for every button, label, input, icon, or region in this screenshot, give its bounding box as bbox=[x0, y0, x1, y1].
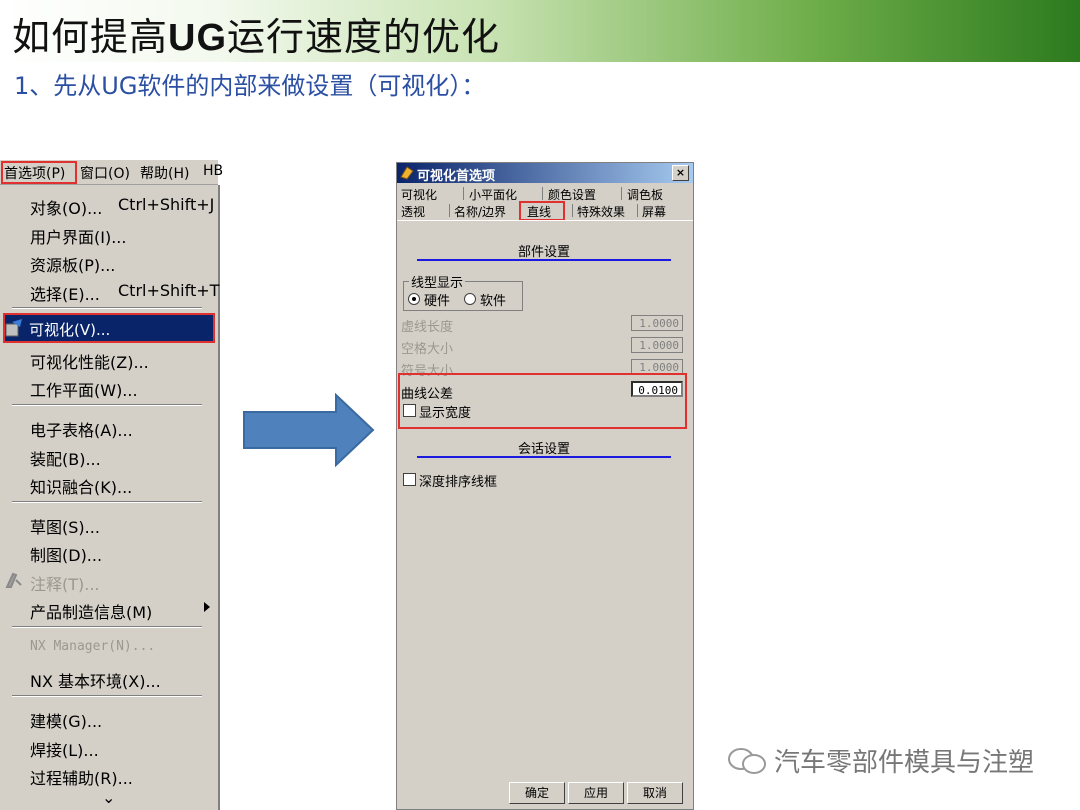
menu-item-resource-bar[interactable]: 资源板(P)... bbox=[30, 252, 115, 276]
menu-item-annotation: 注释(T)... bbox=[30, 575, 100, 594]
tab-divider bbox=[463, 187, 464, 200]
tab-palette[interactable]: 调色板 bbox=[627, 186, 663, 203]
dialog-titlebar: 可视化首选项 × bbox=[397, 163, 693, 184]
radio-hardware[interactable] bbox=[408, 293, 420, 305]
depth-sort-checkbox[interactable] bbox=[403, 473, 416, 486]
tab-names-borders[interactable]: 名称/边界 bbox=[454, 203, 506, 220]
menu-item-sketch[interactable]: 草图(S)... bbox=[30, 514, 100, 538]
menu-separator bbox=[12, 695, 202, 697]
visualization-icon bbox=[5, 319, 22, 337]
menu-item-object[interactable]: 对象(O)... Ctrl+Shift+J bbox=[30, 195, 214, 219]
menu-help[interactable]: 帮助(H) bbox=[140, 163, 189, 183]
menu-separator bbox=[12, 626, 202, 628]
watermark: 汽车零部件模具与注塑 bbox=[774, 748, 1035, 778]
slide-title: 如何提高UG运行速度的优化 bbox=[12, 15, 501, 59]
menu-hb[interactable]: HB bbox=[203, 163, 223, 179]
menu-expand-icon[interactable]: ⌄ bbox=[102, 788, 115, 807]
tab-divider bbox=[621, 187, 622, 200]
ok-button[interactable]: 确定 bbox=[509, 782, 565, 804]
depth-sort-label: 深度排序线框 bbox=[419, 475, 498, 490]
tab-perspective[interactable]: 透视 bbox=[401, 203, 425, 220]
radio-software-label: 软件 bbox=[480, 294, 507, 309]
menu-item-process-assist[interactable]: 过程辅助(R)... bbox=[30, 765, 133, 789]
show-width-checkbox[interactable] bbox=[403, 404, 416, 417]
menu-item-assembly[interactable]: 装配(B)... bbox=[30, 446, 101, 470]
space-size-label: 空格大小 bbox=[401, 342, 454, 357]
tab-faceting[interactable]: 小平面化 bbox=[469, 186, 517, 203]
tab-divider bbox=[572, 204, 573, 217]
section-session-settings: 会话设置 bbox=[518, 442, 571, 457]
curve-tolerance-field[interactable]: 0.0100 bbox=[631, 381, 683, 397]
dash-length-label: 虚线长度 bbox=[401, 320, 454, 335]
radio-software[interactable] bbox=[464, 293, 476, 305]
menu-item-spreadsheet[interactable]: 电子表格(A)... bbox=[30, 417, 133, 441]
menu-item-knowledge-fusion[interactable]: 知识融合(K)... bbox=[30, 474, 132, 498]
menu-item-visualization[interactable]: 可视化(V)... bbox=[29, 319, 110, 340]
slide-subtitle: 1、先从UG软件的内部来做设置（可视化）： bbox=[14, 72, 486, 100]
menu-window[interactable]: 窗口(O) bbox=[80, 163, 130, 183]
tab-special-effects[interactable]: 特殊效果 bbox=[577, 203, 625, 220]
menu-item-user-interface[interactable]: 用户界面(I)... bbox=[30, 224, 126, 248]
dialog-app-icon bbox=[400, 166, 414, 180]
menu-separator bbox=[12, 501, 202, 503]
section-divider bbox=[417, 259, 671, 261]
menu-item-nx-basic-environment[interactable]: NX 基本环境(X)... bbox=[30, 668, 161, 692]
menu-item-work-plane[interactable]: 工作平面(W)... bbox=[30, 377, 138, 401]
close-button[interactable]: × bbox=[672, 165, 689, 181]
menu-item-nx-manager: NX Manager(N)... bbox=[30, 639, 156, 654]
space-size-field: 1.0000 bbox=[631, 337, 683, 353]
tab-divider bbox=[542, 187, 543, 200]
tab-divider bbox=[449, 204, 450, 217]
visualization-preferences-dialog: 可视化首选项 × 可视化 小平面化 颜色设置 调色板 透视 名称/边界 直线 特… bbox=[396, 162, 694, 810]
cancel-button[interactable]: 取消 bbox=[627, 782, 683, 804]
menu-separator bbox=[12, 404, 202, 406]
show-width-label: 显示宽度 bbox=[419, 406, 472, 421]
dialog-title: 可视化首选项 bbox=[417, 169, 496, 184]
menu-separator bbox=[12, 307, 202, 309]
wechat-icon bbox=[728, 748, 766, 774]
menu-item-modeling[interactable]: 建模(G)... bbox=[30, 708, 102, 732]
radio-hardware-label: 硬件 bbox=[424, 294, 451, 309]
section-part-settings: 部件设置 bbox=[518, 245, 571, 260]
menu-item-drafting[interactable]: 制图(D)... bbox=[30, 542, 102, 566]
right-arrow-icon bbox=[243, 393, 375, 467]
apply-button[interactable]: 应用 bbox=[568, 782, 624, 804]
curve-tolerance-label: 曲线公差 bbox=[401, 387, 454, 402]
menu-item-welding[interactable]: 焊接(L)... bbox=[30, 737, 99, 761]
tab-screen[interactable]: 屏幕 bbox=[642, 203, 666, 220]
linetype-group-label: 线型显示 bbox=[409, 272, 466, 291]
tab-divider bbox=[637, 204, 638, 217]
annotation-icon bbox=[5, 572, 22, 588]
preferences-highlight-box bbox=[1, 161, 77, 184]
line-tab-highlight-box bbox=[519, 201, 565, 221]
menu-item-pmi[interactable]: 产品制造信息(M) bbox=[30, 599, 152, 623]
section-divider bbox=[417, 456, 671, 458]
menu-item-selection[interactable]: 选择(E)... Ctrl+Shift+T bbox=[30, 281, 219, 305]
dash-length-field: 1.0000 bbox=[631, 315, 683, 331]
menu-item-visualization-performance[interactable]: 可视化性能(Z)... bbox=[30, 349, 149, 373]
submenu-arrow-icon bbox=[204, 602, 210, 612]
tab-visualization[interactable]: 可视化 bbox=[401, 186, 437, 203]
